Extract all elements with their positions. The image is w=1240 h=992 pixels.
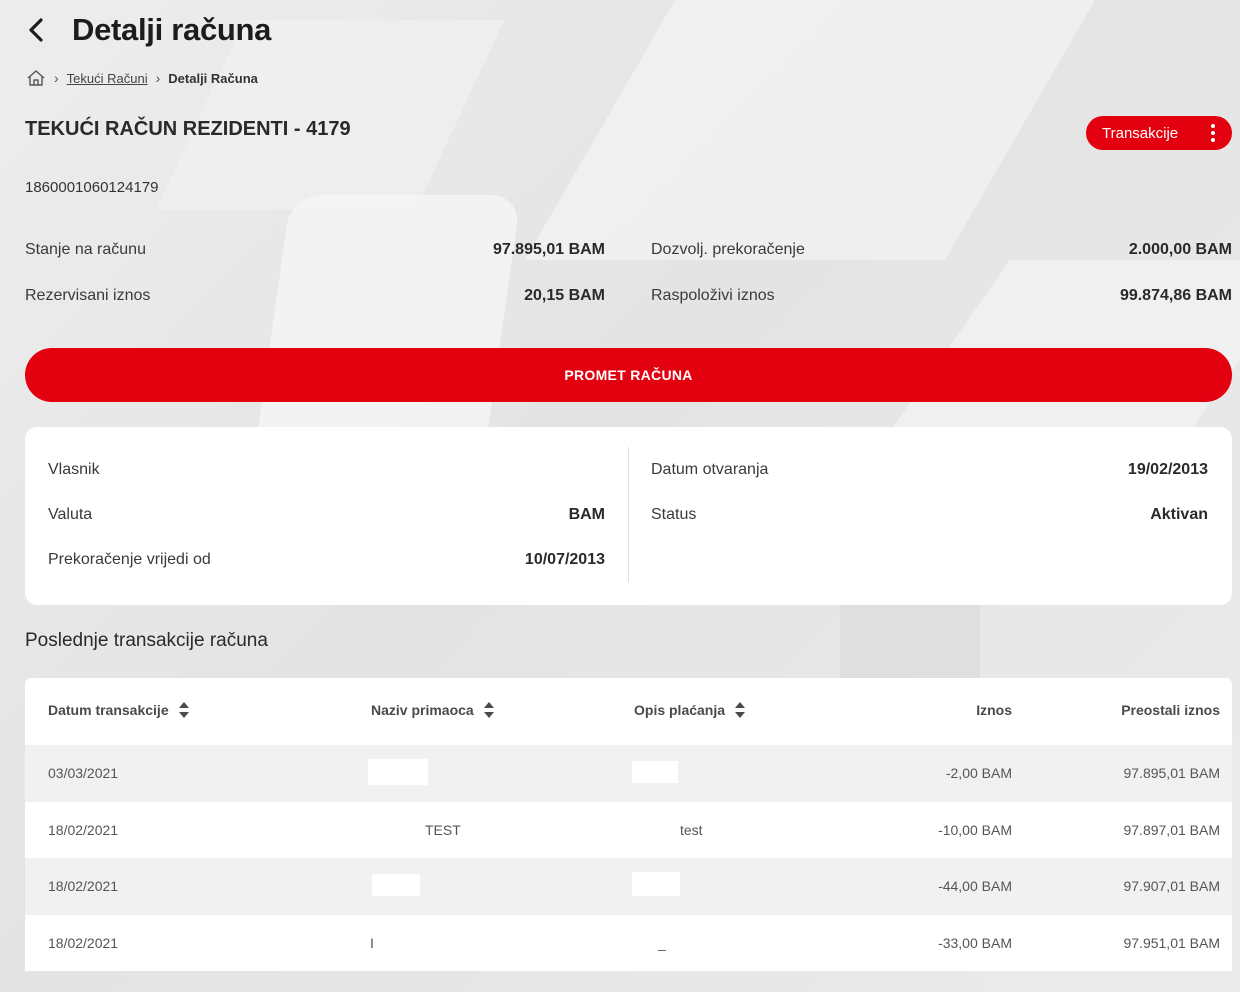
stanje-value: 97.895,01 BAM [492,241,605,258]
account-name: TEKUĆI RAČUN REZIDENTI - 4179 [25,118,351,140]
sort-icon [483,702,494,718]
table-row[interactable]: 18/02/2021 I _ -33,00 BAM 97.951,01 BAM [25,914,1232,971]
table-row[interactable]: 18/02/2021 -44,00 BAM 97.907,01 BAM [25,858,1232,915]
column-header-label: Datum transakcije [48,702,169,718]
vlasnik-label: Vlasnik [48,461,100,478]
rezervisani-value: 20,15 BAM [524,287,605,304]
redacted-block [632,761,678,783]
breadcrumb: › Tekući Računi › Detalji Računa [26,68,258,88]
table-header: Datum transakcije Naziv primaoca Opis pl… [25,678,1232,745]
page-title: Detalji računa [72,12,272,47]
account-details-page: Detalji računa › Tekući Računi › Detalji… [0,0,1240,992]
cell-balance: 97.907,01 BAM [1123,878,1220,894]
chevron-right-icon: › [54,70,59,86]
table-row[interactable]: 03/03/2021 -2,00 BAM 97.895,01 BAM [25,745,1232,802]
account-number: 1860001060124179 [25,179,159,196]
stanje-label: Stanje na računu [25,241,146,258]
cell-date: 03/03/2021 [48,765,119,781]
sort-icon [178,702,189,718]
transactions-section-title: Poslednje transakcije računa [25,630,268,651]
cell-date: 18/02/2021 [48,821,119,838]
sort-icon [735,702,746,718]
page-header: Detalji računa [28,12,271,48]
divider [628,447,629,582]
datum-otvaranja-value: 19/02/2013 [1127,461,1208,478]
prekoracenje-label: Prekoračenje vrijedi od [48,551,211,568]
cell-amount: -10,00 BAM [938,821,1012,838]
dozvolj-value: 2.000,00 BAM [1128,241,1232,258]
transakcije-button[interactable]: Transakcije [1086,116,1232,150]
status-value: Aktivan [1150,506,1208,523]
rezervisani-label: Rezervisani iznos [25,287,151,304]
redacted-block [368,759,428,785]
transakcije-label: Transakcije [1102,124,1179,142]
redacted-block [632,872,680,896]
column-header-label: Naziv primaoca [371,702,474,718]
cell-description: _ [658,934,666,951]
chevron-right-icon: › [155,70,161,86]
column-header-label: Iznos [976,702,1012,718]
breadcrumb-current: Detalji Računa [168,70,258,86]
prekoracenje-value: 10/07/2013 [524,551,605,568]
transactions-table: Datum transakcije Naziv primaoca Opis pl… [25,678,1232,971]
account-details-card: Vlasnik Valuta BAM Prekoračenje vrijedi … [25,427,1232,605]
cell-amount: -44,00 BAM [938,878,1012,894]
column-header-naziv[interactable]: Naziv primaoca [371,702,494,718]
column-header-label: Opis plaćanja [634,702,726,718]
cell-date: 18/02/2021 [48,934,119,951]
valuta-value: BAM [568,506,605,523]
chevron-left-icon[interactable] [28,13,54,47]
cell-balance: 97.951,01 BAM [1123,934,1220,951]
home-icon[interactable] [26,68,46,88]
kebab-icon [1210,124,1216,142]
status-label: Status [651,506,697,523]
cell-description: test [680,821,703,838]
dozvolj-label: Dozvolj. prekoračenje [651,241,805,258]
column-header-datum[interactable]: Datum transakcije [48,702,189,718]
cell-balance: 97.897,01 BAM [1123,821,1220,838]
datum-otvaranja-label: Datum otvaranja [651,461,769,478]
cell-balance: 97.895,01 BAM [1123,765,1220,781]
cell-date: 18/02/2021 [48,878,119,894]
cell-recipient: TEST [425,821,461,838]
valuta-label: Valuta [48,506,93,523]
cell-recipient: I [370,934,374,951]
cell-amount: -33,00 BAM [938,934,1012,951]
promet-racuna-button[interactable]: PROMET RAČUNA [25,348,1232,402]
table-row[interactable]: 18/02/2021 TEST test -10,00 BAM 97.897,0… [25,801,1232,858]
column-header-preostali: Preostali iznos [1085,702,1220,718]
column-header-opis[interactable]: Opis plaćanja [634,702,746,718]
column-header-iznos: Iznos [912,702,1012,718]
redacted-block [372,874,420,896]
column-header-label: Preostali iznos [1121,702,1220,718]
raspolozivi-value: 99.874,86 BAM [1119,287,1232,304]
breadcrumb-link-tekuci-racuni[interactable]: Tekući Računi [67,71,148,86]
cell-amount: -2,00 BAM [945,765,1012,781]
raspolozivi-label: Raspoloživi iznos [651,287,775,304]
